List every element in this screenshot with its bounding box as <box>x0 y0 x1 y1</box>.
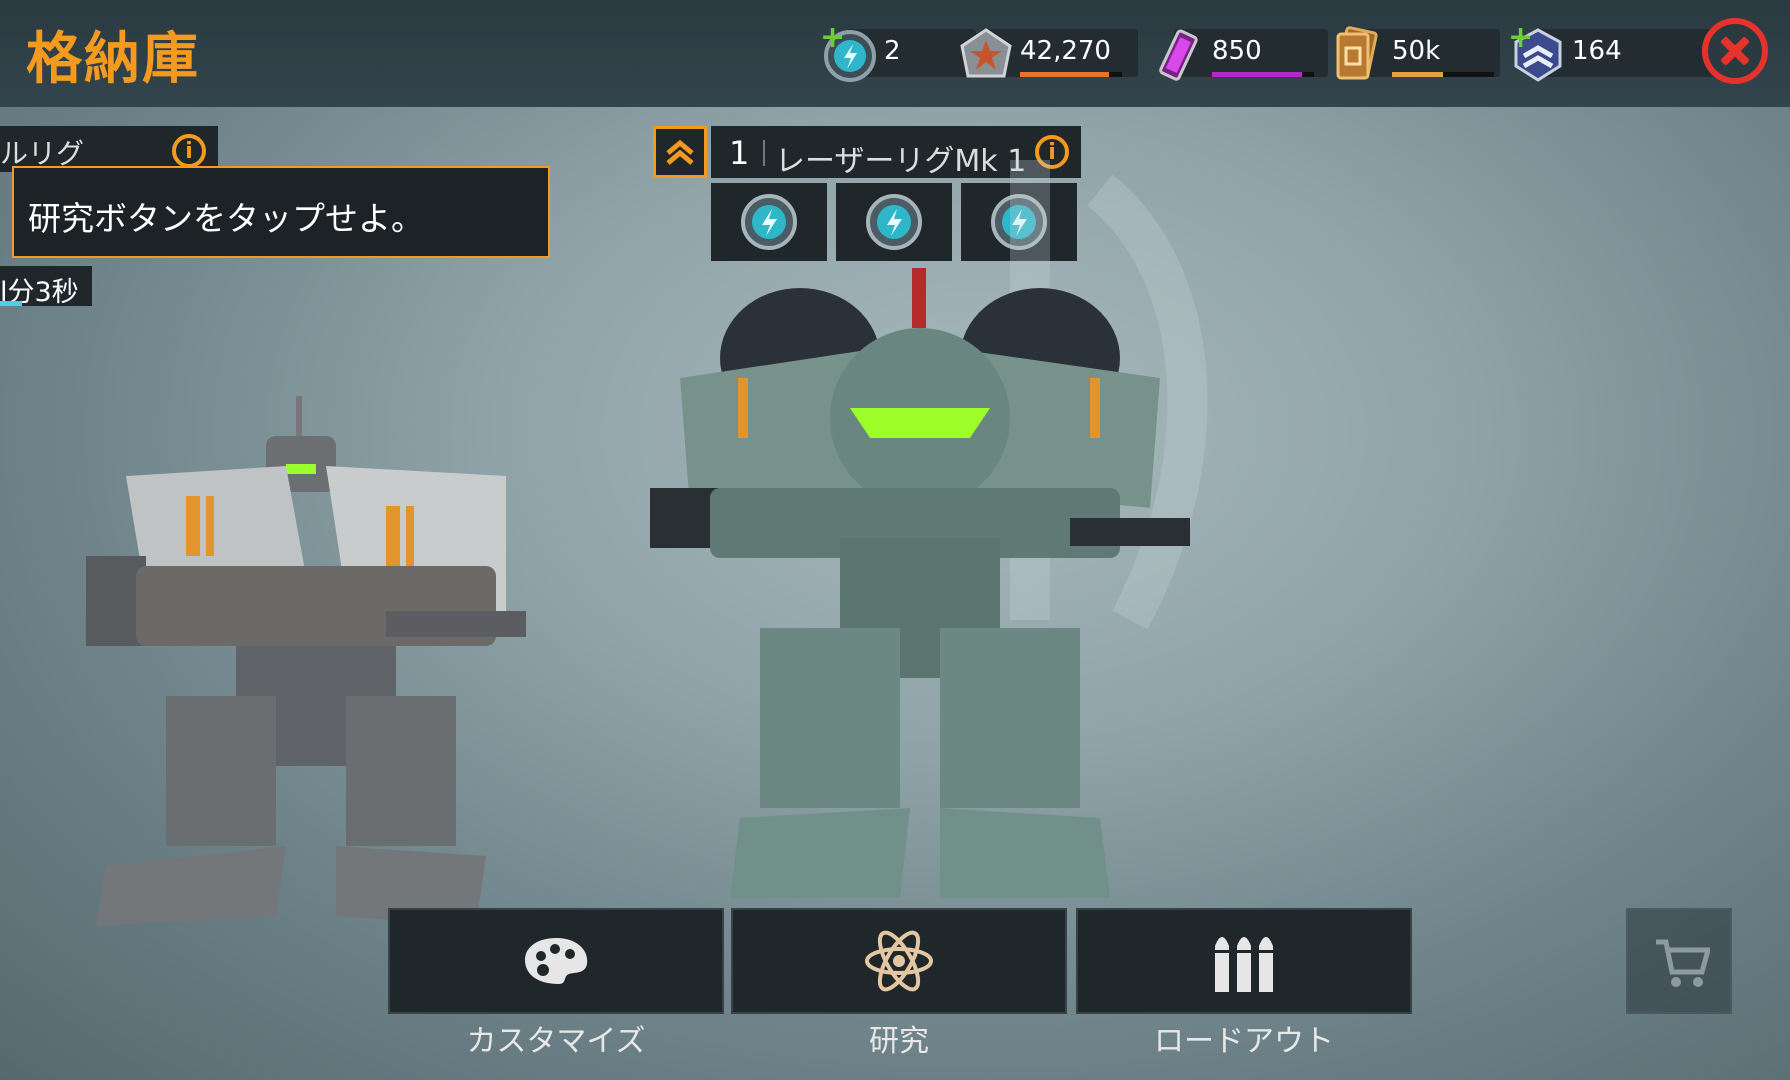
center-robot-model[interactable] <box>650 268 1190 908</box>
resource-value: 164 <box>1572 36 1622 66</box>
power-slot-1[interactable] <box>711 183 827 261</box>
separator <box>763 140 765 166</box>
left-robot-model[interactable] <box>86 396 526 936</box>
research-label: 研究 <box>869 1024 929 1059</box>
resource-bar <box>1020 72 1122 77</box>
card-icon <box>1328 26 1388 84</box>
resource-bar <box>1212 72 1314 77</box>
ammo-icon <box>1213 937 1275 992</box>
shop-button[interactable] <box>1626 908 1732 1014</box>
upgrade-timer: l分3秒 <box>0 266 92 308</box>
customize-button[interactable] <box>388 908 724 1014</box>
purple-canister-icon <box>1148 26 1208 84</box>
loadout-label: ロードアウト <box>1154 1024 1334 1059</box>
robot-level: 1 <box>729 134 750 172</box>
info-icon[interactable]: i <box>172 134 206 168</box>
power-slot-icon <box>741 194 797 250</box>
resource-value: 850 <box>1212 36 1262 66</box>
rank-badge[interactable] <box>653 126 707 178</box>
add-plus-icon[interactable]: + <box>820 20 845 55</box>
atom-icon <box>865 930 933 992</box>
resource-value: 50k <box>1392 36 1441 66</box>
silver-star-icon <box>956 26 1016 84</box>
palette-icon <box>525 938 588 984</box>
tutorial-tooltip: 研究ボタンをタップせよ。 <box>12 166 550 258</box>
close-button[interactable] <box>1702 18 1768 84</box>
resource-value: 2 <box>884 36 901 66</box>
add-plus-icon[interactable]: + <box>1508 20 1533 55</box>
research-button[interactable] <box>731 908 1067 1014</box>
double-chevron-up-icon <box>666 139 694 165</box>
timer-progress-bar <box>0 301 22 306</box>
customize-label: カスタマイズ <box>466 1024 646 1059</box>
tooltip-text: 研究ボタンをタップせよ。 <box>28 199 424 238</box>
resource-bar <box>1392 72 1494 77</box>
loadout-button[interactable] <box>1076 908 1412 1014</box>
cart-icon <box>1656 939 1710 987</box>
resource-value: 42,270 <box>1020 36 1111 66</box>
page-title: 格納庫 <box>26 27 200 92</box>
